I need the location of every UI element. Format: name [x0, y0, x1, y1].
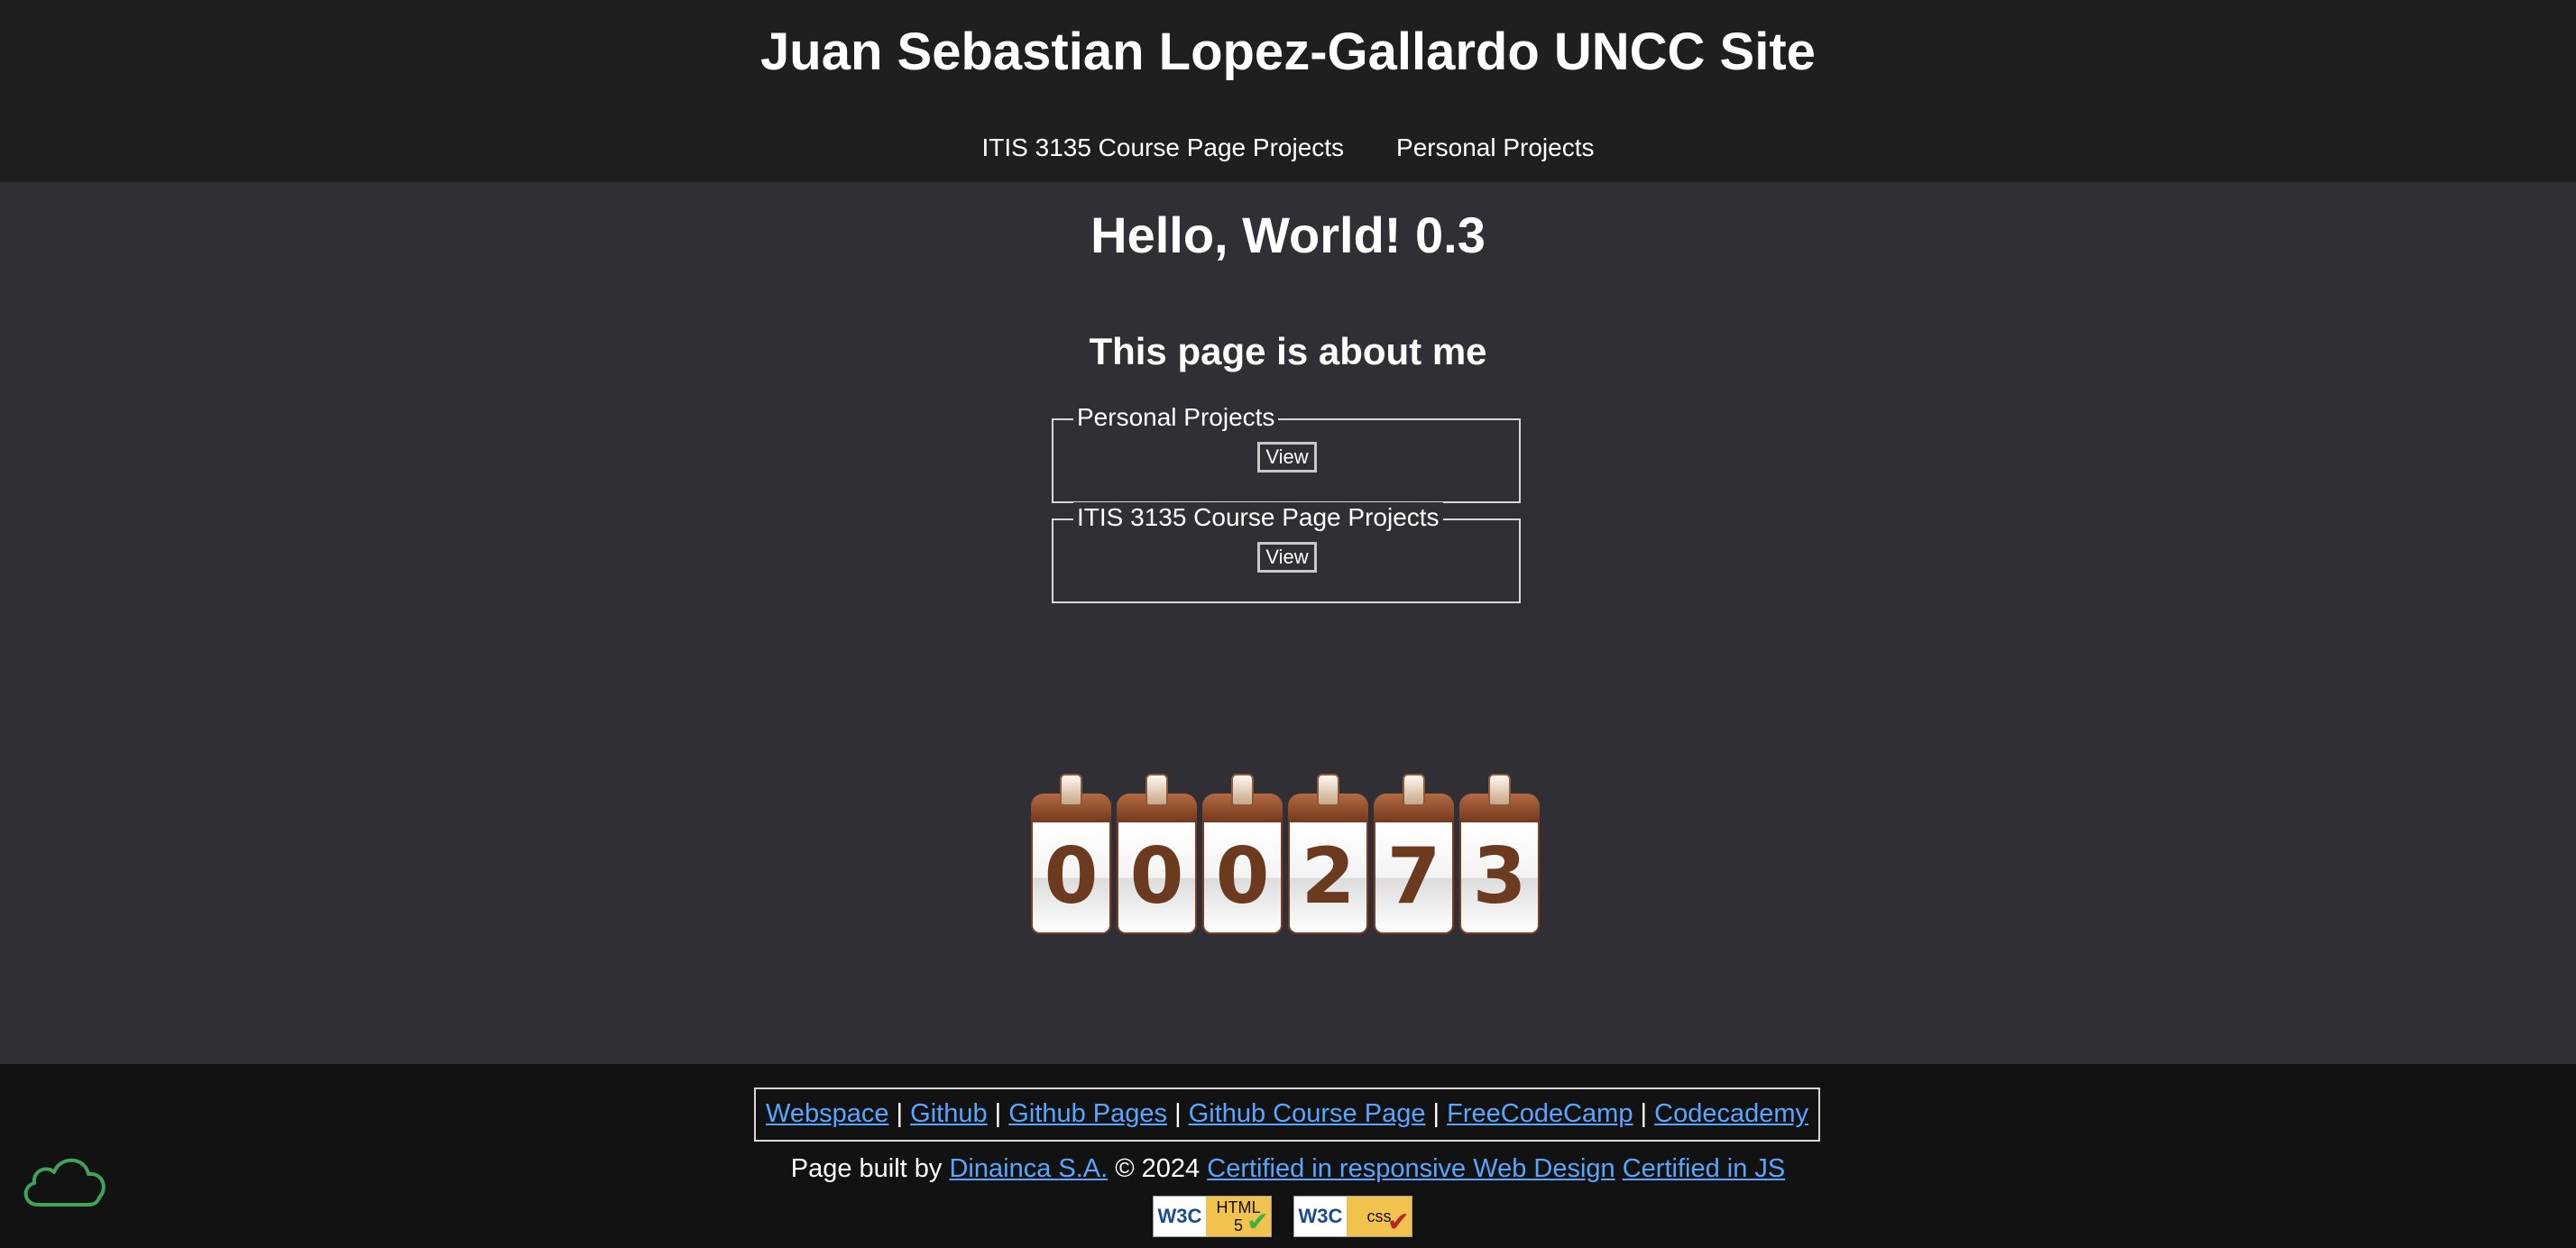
w3c-html5-badge[interactable]: W3C HTML 5 ✔: [1153, 1196, 1272, 1237]
footer-link-freecodecamp[interactable]: FreeCodeCamp: [1447, 1099, 1633, 1128]
nav-link-personal-projects[interactable]: Personal Projects: [1396, 130, 1594, 166]
html5-label: HTML 5 ✔: [1206, 1197, 1271, 1236]
page-heading: Hello, World! 0.3: [1090, 206, 1486, 263]
fieldset-legend: ITIS 3135 Course Page Projects: [1073, 502, 1443, 533]
personal-projects-fieldset: Personal Projects View: [1052, 402, 1521, 503]
link-separator: |: [1640, 1099, 1648, 1128]
counter-digit: 7: [1371, 774, 1457, 936]
link-separator: |: [994, 1099, 1002, 1128]
cert-js-link[interactable]: Certified in JS: [1623, 1154, 1786, 1183]
css-label: css ✔: [1347, 1197, 1412, 1236]
footer-link-github-course-page[interactable]: Github Course Page: [1189, 1099, 1426, 1128]
copyright: © 2024: [1115, 1154, 1201, 1183]
fieldset-legend: Personal Projects: [1073, 402, 1279, 433]
main-nav: ITIS 3135 Course Page Projects Personal …: [0, 130, 2576, 166]
w3c-logo: W3C: [1154, 1197, 1206, 1236]
footer-link-codecademy[interactable]: Codecademy: [1654, 1099, 1808, 1128]
cert-responsive-web-design-link[interactable]: Certified in responsive Web Design: [1207, 1154, 1615, 1183]
builder-link[interactable]: Dinainca S.A.: [949, 1154, 1108, 1183]
nav-link-itis-3135[interactable]: ITIS 3135 Course Page Projects: [982, 130, 1345, 166]
hit-counter: 0 0 0 2 7 3: [1028, 774, 1542, 936]
validator-badges: W3C HTML 5 ✔ W3C css ✔: [1153, 1196, 1412, 1237]
footer-link-webspace[interactable]: Webspace: [766, 1099, 889, 1128]
itis-3135-projects-fieldset: ITIS 3135 Course Page Projects View: [1052, 502, 1521, 603]
page-subheading: This page is about me: [1089, 330, 1487, 372]
footer-link-github-pages[interactable]: Github Pages: [1008, 1099, 1167, 1128]
link-separator: |: [1174, 1099, 1182, 1128]
checkmark-icon: ✔: [1246, 1207, 1269, 1237]
footer-link-github[interactable]: Github: [910, 1099, 987, 1128]
site-footer: Webspace | Github | Github Pages | Githu…: [0, 1064, 2576, 1248]
built-by-line: Page built by Dinainca S.A. © 2024 Certi…: [0, 1151, 2576, 1187]
site-title: Juan Sebastian Lopez-Gallardo UNCC Site: [760, 23, 1816, 81]
built-by-prefix: Page built by: [790, 1154, 943, 1183]
footer-links: Webspace | Github | Github Pages | Githu…: [754, 1087, 1820, 1142]
counter-digit: 0: [1200, 774, 1285, 936]
w3c-css-badge[interactable]: W3C css ✔: [1293, 1196, 1412, 1237]
site-header: Juan Sebastian Lopez-Gallardo UNCC Site …: [0, 0, 2576, 182]
counter-digit: 2: [1285, 774, 1371, 936]
counter-digit: 3: [1457, 774, 1542, 936]
w3c-logo: W3C: [1294, 1197, 1347, 1236]
link-separator: |: [1432, 1099, 1440, 1128]
view-itis-3135-projects-button[interactable]: View: [1257, 542, 1317, 573]
checkmark-icon: ✔: [1386, 1207, 1410, 1237]
counter-digit: 0: [1028, 774, 1114, 936]
link-separator: |: [896, 1099, 904, 1128]
view-personal-projects-button[interactable]: View: [1257, 442, 1317, 473]
cloud-icon[interactable]: [18, 1149, 112, 1210]
counter-digit: 0: [1114, 774, 1200, 936]
